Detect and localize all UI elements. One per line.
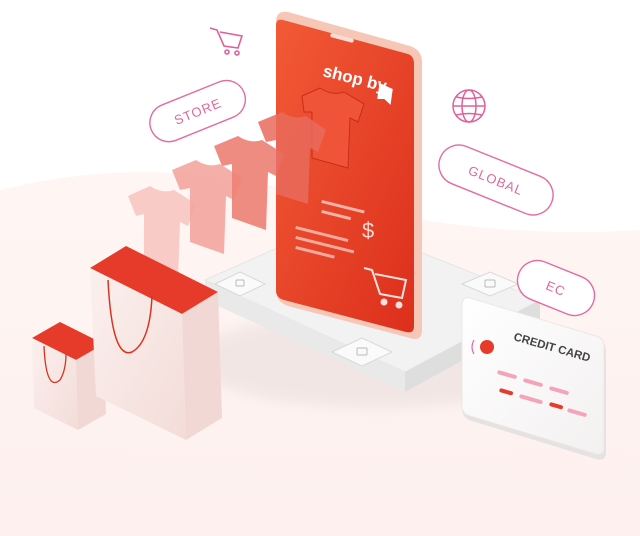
- globe-icon: [452, 89, 486, 123]
- store-tag: STORE: [149, 79, 247, 143]
- global-tag: GLOBAL: [438, 144, 554, 216]
- dollar-icon: $: [362, 218, 374, 243]
- cart-icon-top: [209, 27, 244, 56]
- ecommerce-scene: shop by $ STORE GLOBAL EC CREDIT CARD: [0, 11, 640, 536]
- hero-illustration: shop by $ STORE GLOBAL EC CREDIT CARD: [0, 0, 640, 536]
- card-chip-icon: [480, 340, 494, 354]
